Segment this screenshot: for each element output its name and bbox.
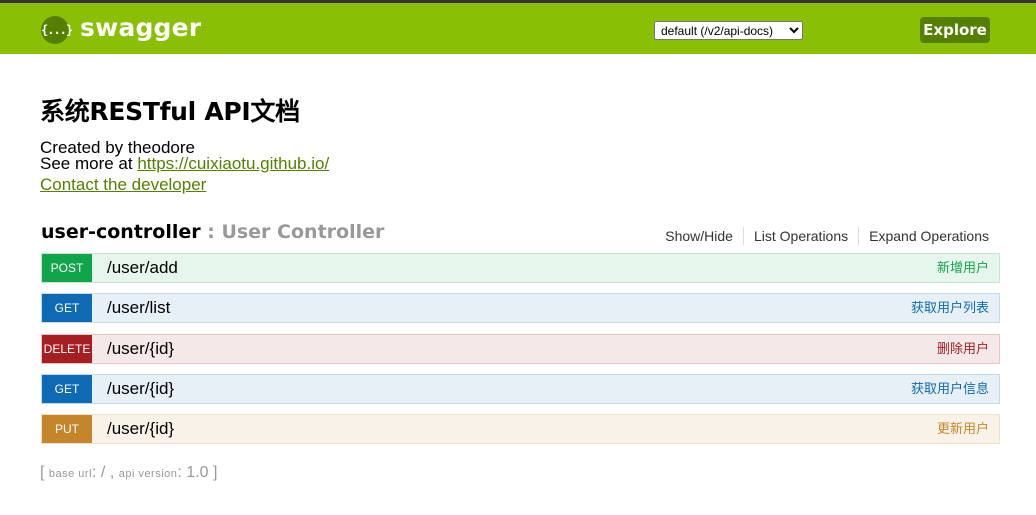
operation-row[interactable]: GET/user/list 获取用户列表: [41, 293, 1000, 323]
list-operations-link[interactable]: List Operations: [744, 227, 860, 245]
base-url-label: base url: [48, 468, 93, 480]
http-method-badge[interactable]: PUT: [42, 415, 92, 443]
http-method-badge[interactable]: POST: [42, 254, 92, 282]
base-url-value: : / ,: [92, 464, 119, 481]
api-version-value: : 1.0: [177, 464, 213, 481]
api-version-label: api version: [118, 468, 178, 480]
operation-path[interactable]: /user/{id}: [107, 375, 174, 403]
resource-heading: user-controller : User Controller: [41, 221, 384, 243]
operation-path[interactable]: /user/list: [107, 294, 170, 322]
operation-summary[interactable]: 更新用户: [937, 415, 989, 443]
explore-button[interactable]: Explore: [920, 17, 990, 43]
resource-name-link[interactable]: user-controller: [41, 221, 201, 243]
api-spec-select[interactable]: default (/v2/api-docs): [654, 21, 803, 40]
operation-row[interactable]: PUT/user/{id} 更新用户: [41, 414, 1000, 444]
operation-row[interactable]: POST/user/add 新增用户: [41, 253, 1000, 283]
page-title: 系统RESTful API文档: [40, 97, 300, 126]
resource-description: :: [200, 221, 222, 243]
http-method-badge[interactable]: GET: [42, 294, 92, 322]
see-more-label: See more at: [40, 154, 138, 173]
operation-row[interactable]: DELETE/user/{id} 删除用户: [41, 334, 1000, 364]
operation-path[interactable]: /user/add: [107, 254, 178, 282]
resource-actions: Show/Hide List Operations Expand Operati…: [655, 227, 989, 245]
footer-open-bracket: [: [40, 464, 49, 481]
operation-summary[interactable]: 获取用户信息: [911, 375, 989, 403]
api-footer: [ base url: / , api version: 1.0 ]: [40, 464, 217, 482]
operation-row[interactable]: GET/user/{id} 获取用户信息: [41, 374, 1000, 404]
http-method-badge[interactable]: GET: [42, 375, 92, 403]
header-bar: {...} swagger default (/v2/api-docs) Exp…: [0, 3, 1036, 54]
show-hide-link[interactable]: Show/Hide: [655, 227, 744, 245]
swagger-logo-text[interactable]: swagger: [80, 13, 201, 42]
operation-summary[interactable]: 获取用户列表: [911, 294, 989, 322]
resource-description-text: User Controller: [221, 221, 385, 243]
http-method-badge[interactable]: DELETE: [42, 335, 92, 363]
contact-developer-link[interactable]: Contact the developer: [40, 175, 206, 195]
expand-operations-link[interactable]: Expand Operations: [859, 227, 989, 245]
see-more-link[interactable]: https://cuixiaotu.github.io/: [137, 154, 329, 173]
operation-summary[interactable]: 删除用户: [937, 335, 989, 363]
operation-path[interactable]: /user/{id}: [107, 335, 174, 363]
swagger-logo-icon[interactable]: {...}: [41, 16, 73, 44]
see-more-line: See more at https://cuixiaotu.github.io/: [40, 155, 329, 173]
footer-close-bracket: ]: [212, 464, 218, 481]
operation-summary[interactable]: 新增用户: [937, 254, 989, 282]
operation-path[interactable]: /user/{id}: [107, 415, 174, 443]
